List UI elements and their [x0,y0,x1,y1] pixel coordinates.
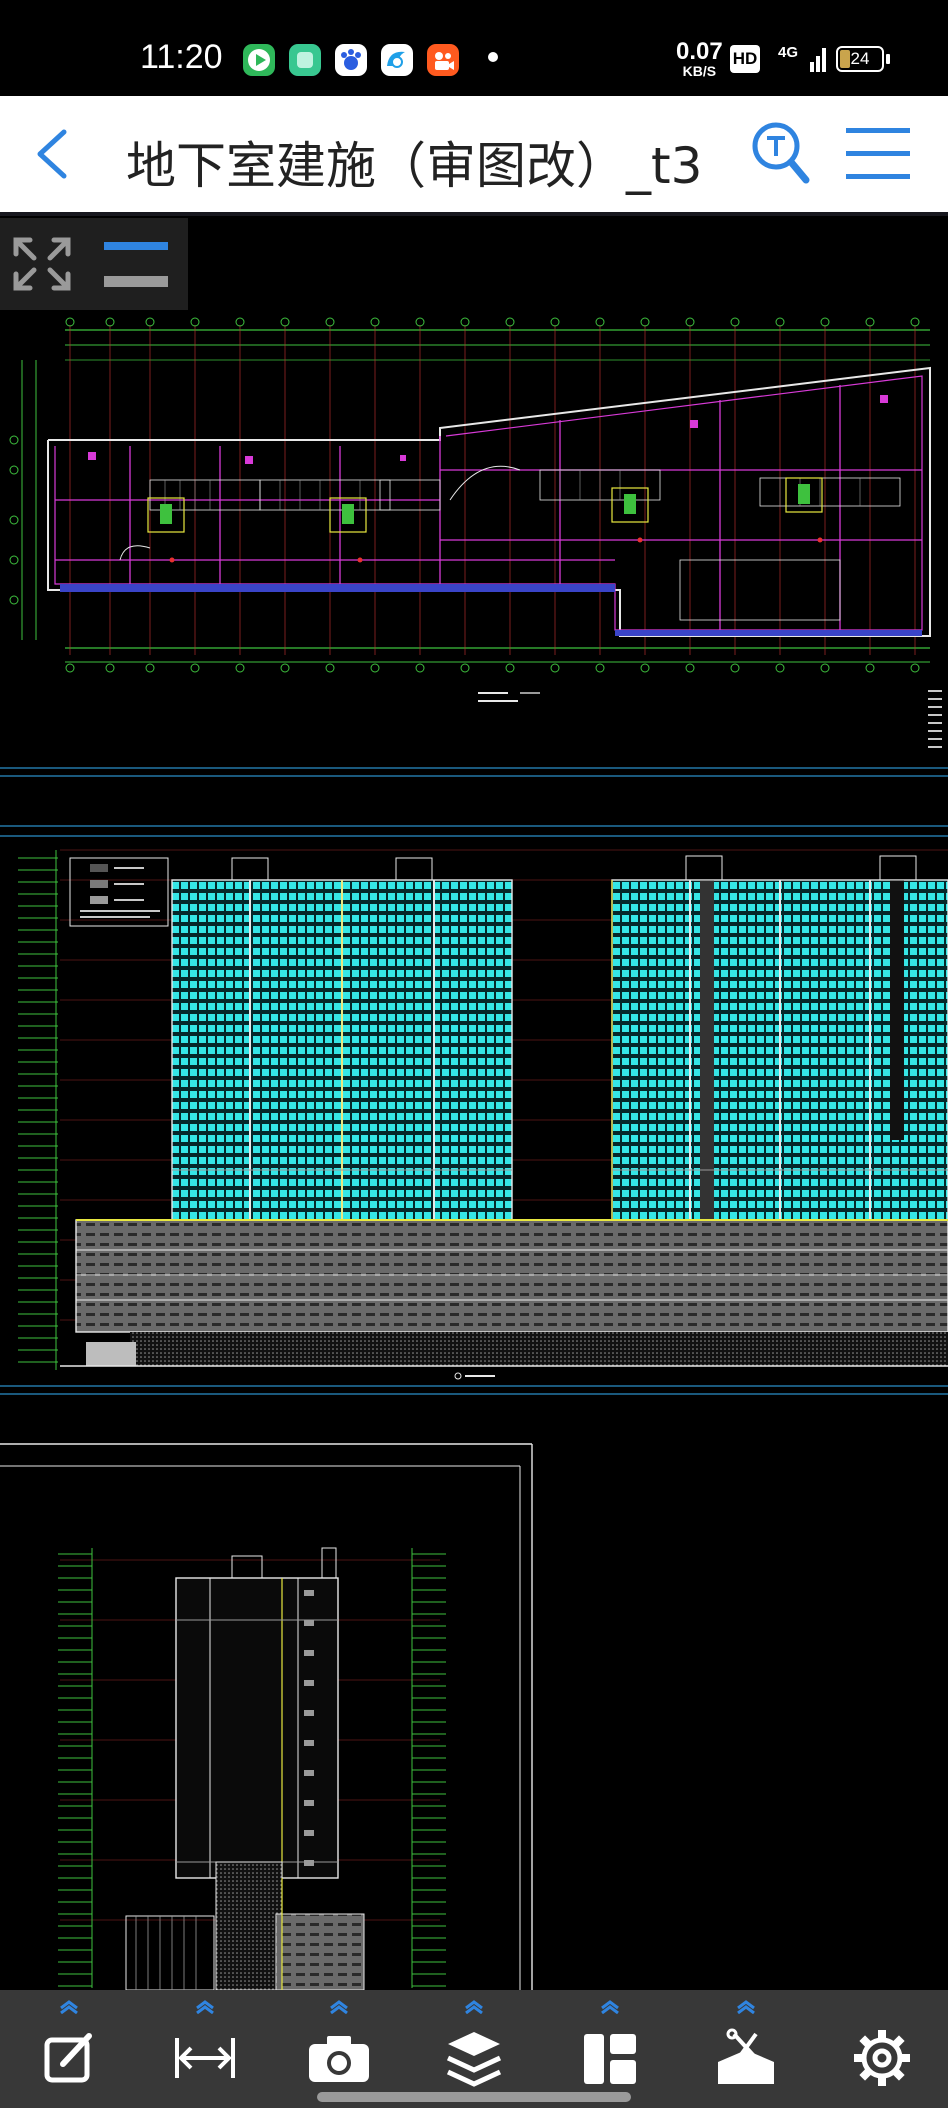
browser-app-icon [381,44,413,76]
basement-plan-drawing [9,317,942,748]
screenshot-tool-button[interactable] [289,1990,389,2108]
expand-up-icon [601,2000,619,2014]
cad-drawing-canvas[interactable] [0,216,948,1990]
battery-icon: 24 [836,46,884,72]
measure-tool-button[interactable] [155,1990,255,2108]
expand-up-icon [737,2000,755,2014]
baidu-app-icon [335,44,367,76]
camera-icon [309,2036,369,2082]
gear-icon [854,2030,910,2086]
layers-icon [446,2032,502,2087]
battery-level: 24 [850,49,870,68]
status-time: 11:20 [140,38,223,76]
side-elevation-drawing [0,1443,533,1990]
facade-elevation-drawing [18,849,948,1380]
expand-up-icon [330,2000,348,2014]
expand-up-icon [196,2000,214,2014]
expand-up-icon [465,2000,483,2014]
video-app-icon [243,44,275,76]
network-speed: 0.07 KB/S [676,38,723,79]
expand-up-icon [60,2000,78,2014]
chevron-left-icon [37,129,67,179]
annotate-tool-button[interactable] [19,1990,119,2108]
fullscreen-expand-icon [13,237,71,291]
toolbox-tool-button[interactable] [696,1990,796,2108]
hd-badge: HD [730,45,760,73]
fullscreen-button[interactable] [8,232,76,296]
menu-button[interactable] [844,126,912,182]
bottom-toolbar [0,1990,948,2108]
layout-icon [584,2034,636,2084]
layer-lines-icon [104,242,168,287]
notification-dot-icon [488,52,498,62]
layout-tool-button[interactable] [560,1990,660,2108]
document-title: 地下室建施（审图改）_t3 [126,137,703,195]
app-header: 地下室建施（审图改）_t3 [0,96,948,212]
layers-tool-button[interactable] [424,1990,524,2108]
measure-distance-icon [175,2038,235,2078]
status-bar: 11:20 0.07 KB/S HD 4G 24 [0,0,948,96]
back-button[interactable] [26,122,86,186]
home-indicator[interactable] [317,2092,631,2102]
text-search-button[interactable] [748,118,814,190]
network-type-label: 4G [778,44,799,61]
layer-toggle-button[interactable] [100,236,172,296]
edit-note-icon [44,2033,92,2083]
toolbox-icon [718,2028,774,2084]
floating-tool-panel [0,218,188,310]
notes-app-icon [289,44,321,76]
kuaishou-app-icon [427,44,459,76]
text-search-icon [752,122,810,184]
settings-tool-button[interactable] [832,1990,932,2108]
hamburger-menu-icon [846,128,910,179]
